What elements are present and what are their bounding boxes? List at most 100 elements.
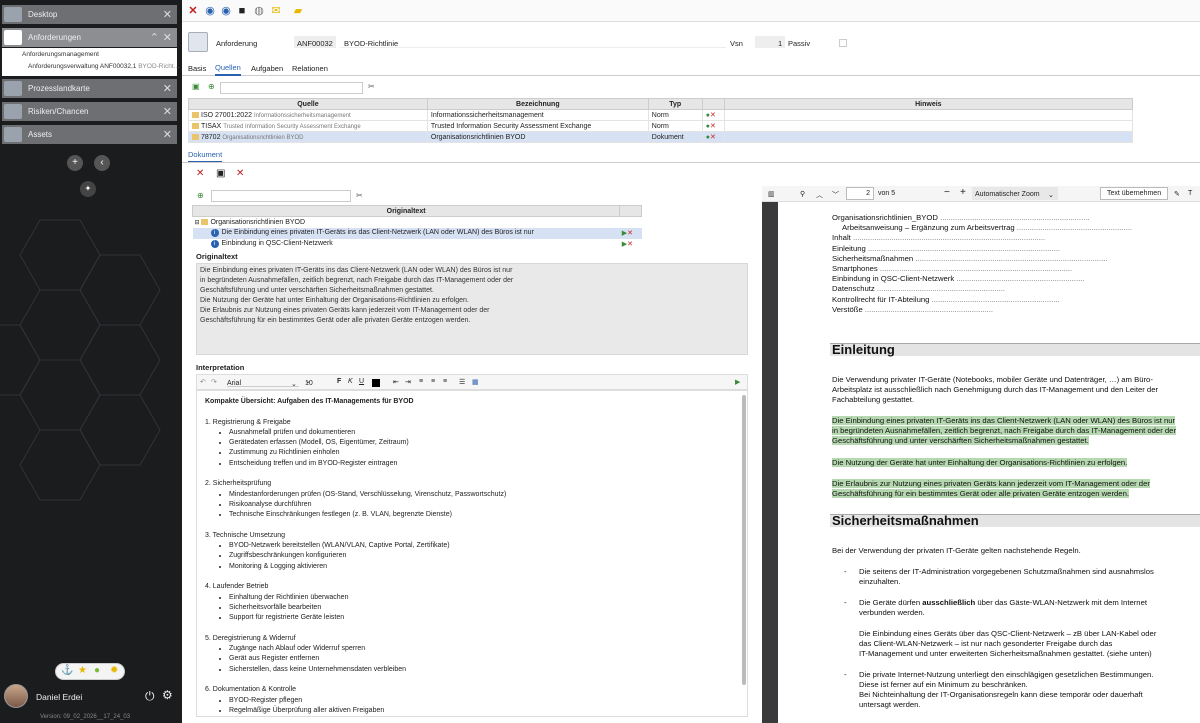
tree-item[interactable]: i Einbindung in QSC-Client-Netzwerk ▶✕ — [193, 239, 642, 250]
folder-icon[interactable]: ▰ — [292, 5, 304, 17]
underline-icon[interactable]: U — [359, 378, 364, 385]
add-icon[interactable]: ⊕ — [197, 191, 204, 200]
indent-icon[interactable]: ⇤ — [393, 378, 399, 386]
font-select[interactable]: Arial ⌄ — [227, 377, 299, 388]
search-icon[interactable]: ⚲ — [800, 190, 805, 198]
table-row[interactable]: 78702 Organisationsrichtlinien BYOD Orga… — [188, 131, 1134, 143]
sub-item-verwaltung[interactable]: Anforderungsverwaltung ANF00032,1 BYOD-R… — [28, 63, 179, 70]
sidebar-toggle-icon[interactable]: ▥ — [768, 190, 775, 198]
table-row[interactable]: ISO 27001:2022 Informationssicherheitsma… — [188, 109, 1134, 121]
toc-entry[interactable]: Organisationsrichtlinien_BYOD ..........… — [832, 213, 1090, 223]
toc-entry[interactable]: Einleitung .............................… — [832, 244, 1060, 254]
tab-quellen[interactable]: Quellen — [215, 63, 241, 76]
add-button[interactable]: + — [67, 155, 83, 171]
tools-icon[interactable]: ✂ — [356, 191, 363, 200]
avatar[interactable] — [4, 684, 28, 708]
save-icon[interactable]: ■ — [236, 5, 248, 17]
delete-icon[interactable]: ✕ — [236, 168, 244, 179]
originaltext-search-input[interactable] — [211, 190, 351, 202]
toc-entry[interactable]: Kontrollrecht für IT-Abteilung .........… — [832, 295, 1060, 305]
anchor-icon[interactable]: ⚓ — [61, 665, 73, 676]
zoom-in-icon[interactable]: + — [960, 187, 966, 198]
power-icon[interactable]: ⏻ — [145, 689, 155, 704]
color-icon[interactable] — [372, 379, 380, 387]
requirement-title[interactable]: BYOD-Richtlinie — [344, 39, 398, 48]
bulb-icon[interactable]: ✹ — [110, 665, 118, 676]
star-icon[interactable]: ★ — [78, 665, 87, 676]
scrollbar[interactable] — [742, 395, 746, 685]
italic-icon[interactable]: K — [348, 378, 353, 385]
table-row[interactable]: TISAX Trusted Information Security Asses… — [188, 120, 1134, 132]
toc-entry[interactable]: Arbeitsanweisung – Ergänzung zum Arbeits… — [842, 223, 1132, 233]
save-icon[interactable]: ▣ — [216, 168, 225, 179]
delete-icon[interactable]: ✕ — [710, 112, 716, 119]
page-input[interactable]: 2 — [846, 187, 874, 200]
zoom-select[interactable]: Automatischer Zoom ⌄ — [972, 187, 1058, 200]
tab-basis[interactable]: Basis — [188, 64, 206, 73]
tab-relationen[interactable]: Relationen — [292, 64, 328, 73]
outdent-icon[interactable]: ⇥ — [405, 378, 411, 386]
interpretation-editor[interactable]: Kompakte Übersicht: Aufgaben des IT-Mana… — [196, 390, 748, 717]
sparkle-button[interactable]: ✦ — [80, 181, 96, 197]
back-icon[interactable]: ◉ — [204, 5, 216, 17]
close-icon[interactable]: ✕ — [163, 8, 172, 21]
tree-root[interactable]: ⊟ Organisationsrichtlinien BYOD — [193, 217, 642, 228]
text-apply-button[interactable]: Text übernehmen — [1100, 187, 1169, 200]
draw-icon[interactable]: ✎ — [1174, 190, 1180, 198]
font-size-select[interactable]: 10 ⌄ — [305, 377, 331, 387]
nav-anforderungen[interactable]: Anforderungen ⌃ ✕ — [2, 28, 177, 47]
close-icon[interactable]: ✕ — [196, 168, 204, 179]
highlighted-paragraph[interactable]: Die Einbindung eines privaten IT-Geräts … — [832, 416, 1200, 446]
nav-risiken[interactable]: Risiken/Chancen ✕ — [2, 102, 177, 121]
close-icon[interactable]: ✕ — [163, 128, 172, 141]
originaltext-box[interactable]: Die Einbindung eines privaten IT-Geräts … — [196, 263, 748, 355]
bold-icon[interactable]: F — [337, 378, 341, 385]
delete-icon[interactable]: ✕ — [627, 241, 633, 248]
quellen-search-input[interactable] — [220, 82, 363, 94]
nav-assets[interactable]: Assets ✕ — [2, 125, 177, 144]
sub-item-anforderungsmanagement[interactable]: Anforderungsmanagement — [22, 51, 99, 58]
toc-entry[interactable]: Inhalt .................................… — [832, 233, 1045, 243]
delete-icon[interactable]: ✕ — [710, 123, 716, 130]
prev-page-icon[interactable]: ︿ — [816, 190, 823, 200]
highlighted-paragraph[interactable]: Die Erlaubnis zur Nutzung eines privaten… — [832, 479, 1200, 499]
list-icon[interactable]: ☰ — [459, 378, 465, 386]
undo-icon[interactable]: ↶ — [200, 378, 206, 386]
toc-entry[interactable]: Verstöße ...............................… — [832, 305, 993, 315]
highlighted-paragraph[interactable]: Die Nutzung der Geräte hat unter Einhalt… — [832, 458, 1200, 468]
tree-item[interactable]: i Die Einbindung eines privaten IT-Geräts… — [192, 227, 642, 239]
redo-icon[interactable]: ↷ — [211, 378, 217, 386]
close-icon[interactable]: ✕ — [163, 82, 172, 95]
passiv-checkbox[interactable] — [839, 39, 847, 47]
close-icon[interactable]: ✕ — [163, 105, 172, 118]
table-icon[interactable]: ▦ — [472, 378, 479, 386]
collapse-button[interactable]: ‹ — [94, 155, 110, 171]
delete-icon[interactable]: ✕ — [627, 230, 633, 237]
add-icon[interactable]: ⊕ — [208, 82, 215, 91]
gear-icon[interactable]: ⚙ — [162, 688, 173, 702]
toc-entry[interactable]: Datenschutz ............................… — [832, 284, 1005, 294]
zoom-out-icon[interactable]: − — [944, 187, 950, 198]
circle-icon[interactable]: ● — [94, 665, 100, 676]
tab-aufgaben[interactable]: Aufgaben — [251, 64, 283, 73]
nav-desktop[interactable]: Desktop ✕ — [2, 5, 177, 24]
export-icon[interactable]: ▣ — [192, 82, 200, 91]
forward-icon[interactable]: ◉ — [220, 5, 232, 17]
nav-prozesslandkarte[interactable]: Prozesslandkarte ✕ — [2, 79, 177, 98]
mail-icon[interactable]: ✉ — [270, 5, 282, 17]
toc-entry[interactable]: Einbindung in QSC-Client-Netzwerk ......… — [832, 274, 1085, 284]
chevron-up-icon[interactable]: ⌃ — [150, 31, 159, 44]
close-icon[interactable]: ✕ — [187, 5, 199, 17]
apply-icon[interactable]: ▶ — [735, 378, 740, 386]
close-icon[interactable]: ✕ — [163, 31, 172, 44]
text-tool-icon[interactable]: T — [1188, 190, 1192, 197]
tools-icon[interactable]: ✂ — [368, 82, 375, 91]
globe-icon[interactable]: ◍ — [253, 5, 265, 17]
toc-entry[interactable]: Smartphones ............................… — [832, 264, 1072, 274]
next-page-icon[interactable]: ﹀ — [832, 190, 839, 200]
align-right-icon[interactable]: ≡ — [443, 378, 447, 385]
delete-icon[interactable]: ✕ — [710, 134, 716, 141]
align-left-icon[interactable]: ≡ — [419, 378, 423, 385]
align-center-icon[interactable]: ≡ — [431, 378, 435, 385]
toc-entry[interactable]: Sicherheitsmaßnahmen ...................… — [832, 254, 1108, 264]
